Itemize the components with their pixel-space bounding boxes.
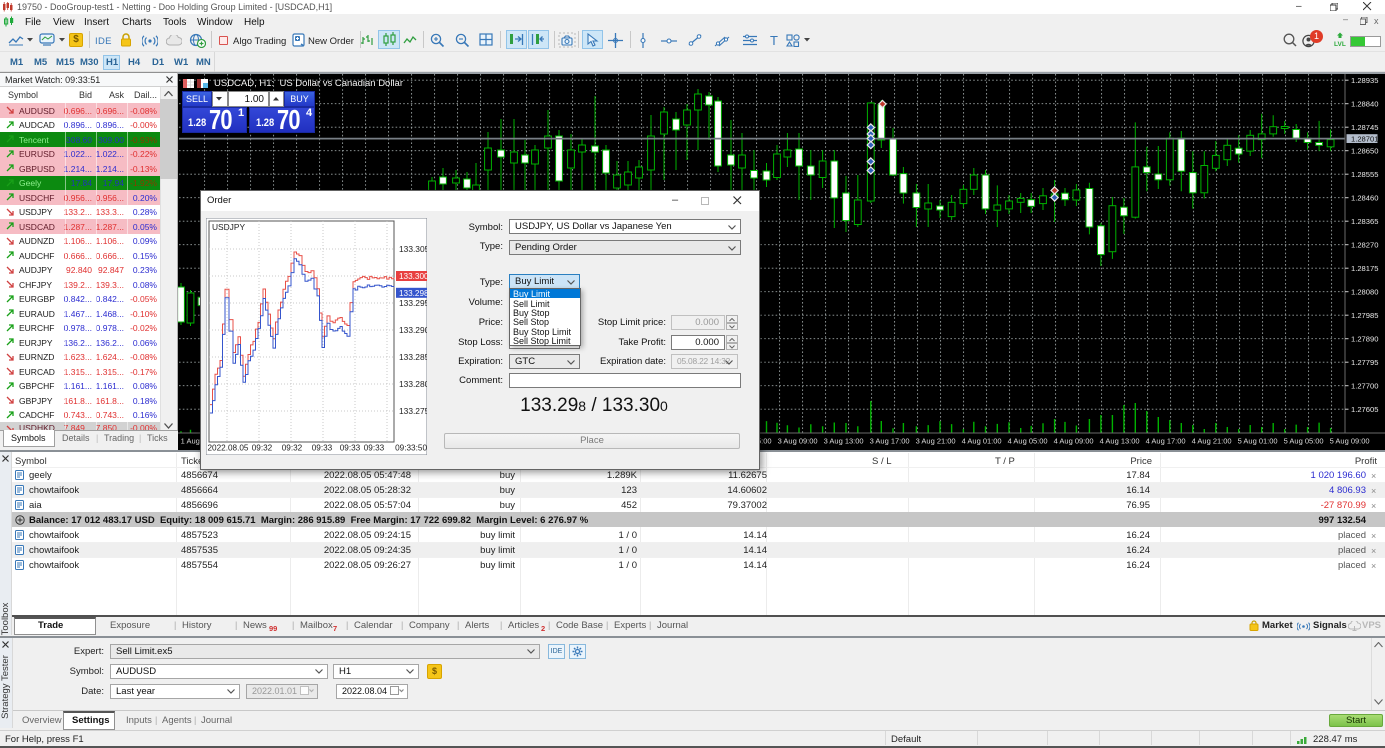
svg-text:09:33: 09:33 xyxy=(364,444,385,453)
svg-text:4 Aug 05:00: 4 Aug 05:00 xyxy=(1008,437,1048,446)
svg-text:133.285: 133.285 xyxy=(399,352,427,362)
svg-text:1.28365: 1.28365 xyxy=(1351,217,1378,226)
svg-text:133.295: 133.295 xyxy=(399,298,427,308)
svg-text:3 Aug 21:00: 3 Aug 21:00 xyxy=(916,437,956,446)
svg-text:1.28935: 1.28935 xyxy=(1351,76,1378,85)
svg-text:4 Aug 01:00: 4 Aug 01:00 xyxy=(962,437,1002,446)
svg-text:USDJPY: USDJPY xyxy=(212,222,245,232)
svg-text:4 Aug 17:00: 4 Aug 17:00 xyxy=(1146,437,1186,446)
svg-text:133.300: 133.300 xyxy=(399,272,427,281)
svg-text:1.28270: 1.28270 xyxy=(1351,240,1378,249)
svg-text:133.280: 133.280 xyxy=(399,379,427,389)
svg-text:LVL: LVL xyxy=(1334,41,1346,48)
svg-text:133.298: 133.298 xyxy=(399,289,427,298)
svg-text:1.28080: 1.28080 xyxy=(1351,287,1378,296)
svg-text:4 Aug 13:00: 4 Aug 13:00 xyxy=(1100,437,1140,446)
svg-text:5 Aug 09:00: 5 Aug 09:00 xyxy=(1330,437,1370,446)
svg-text:1.28555: 1.28555 xyxy=(1351,170,1378,179)
svg-text:09:33: 09:33 xyxy=(312,444,333,453)
svg-text:1.28460: 1.28460 xyxy=(1351,193,1378,202)
svg-text:5 Aug 05:00: 5 Aug 05:00 xyxy=(1284,437,1324,446)
svg-text:1.28840: 1.28840 xyxy=(1351,99,1378,108)
svg-text:1.28745: 1.28745 xyxy=(1351,123,1378,132)
svg-text:3 Aug 09:00: 3 Aug 09:00 xyxy=(778,437,818,446)
svg-text:3 Aug 13:00: 3 Aug 13:00 xyxy=(824,437,864,446)
svg-text:133.275: 133.275 xyxy=(399,406,427,416)
svg-text:4 Aug 09:00: 4 Aug 09:00 xyxy=(1054,437,1094,446)
svg-text:1.27605: 1.27605 xyxy=(1351,405,1378,414)
svg-text:1.28701: 1.28701 xyxy=(1351,134,1378,143)
svg-text:09:33:50: 09:33:50 xyxy=(395,444,427,453)
svg-text:09:32: 09:32 xyxy=(282,444,303,453)
svg-text:5 Aug 01:00: 5 Aug 01:00 xyxy=(1238,437,1278,446)
svg-text:3 Aug 17:00: 3 Aug 17:00 xyxy=(870,437,910,446)
svg-text:1.28650: 1.28650 xyxy=(1351,146,1378,155)
svg-text:133.290: 133.290 xyxy=(399,325,427,335)
svg-text:09:32: 09:32 xyxy=(252,444,273,453)
svg-text:4 Aug 21:00: 4 Aug 21:00 xyxy=(1192,437,1232,446)
svg-text:133.305: 133.305 xyxy=(399,244,427,254)
svg-text:1.28175: 1.28175 xyxy=(1351,264,1378,273)
svg-text:1.27890: 1.27890 xyxy=(1351,334,1378,343)
svg-text:1.27795: 1.27795 xyxy=(1351,358,1378,367)
svg-text:2022.08.05: 2022.08.05 xyxy=(208,444,249,453)
svg-text:1.27700: 1.27700 xyxy=(1351,381,1378,390)
svg-text:09:33: 09:33 xyxy=(340,444,361,453)
svg-text:1.27985: 1.27985 xyxy=(1351,311,1378,320)
